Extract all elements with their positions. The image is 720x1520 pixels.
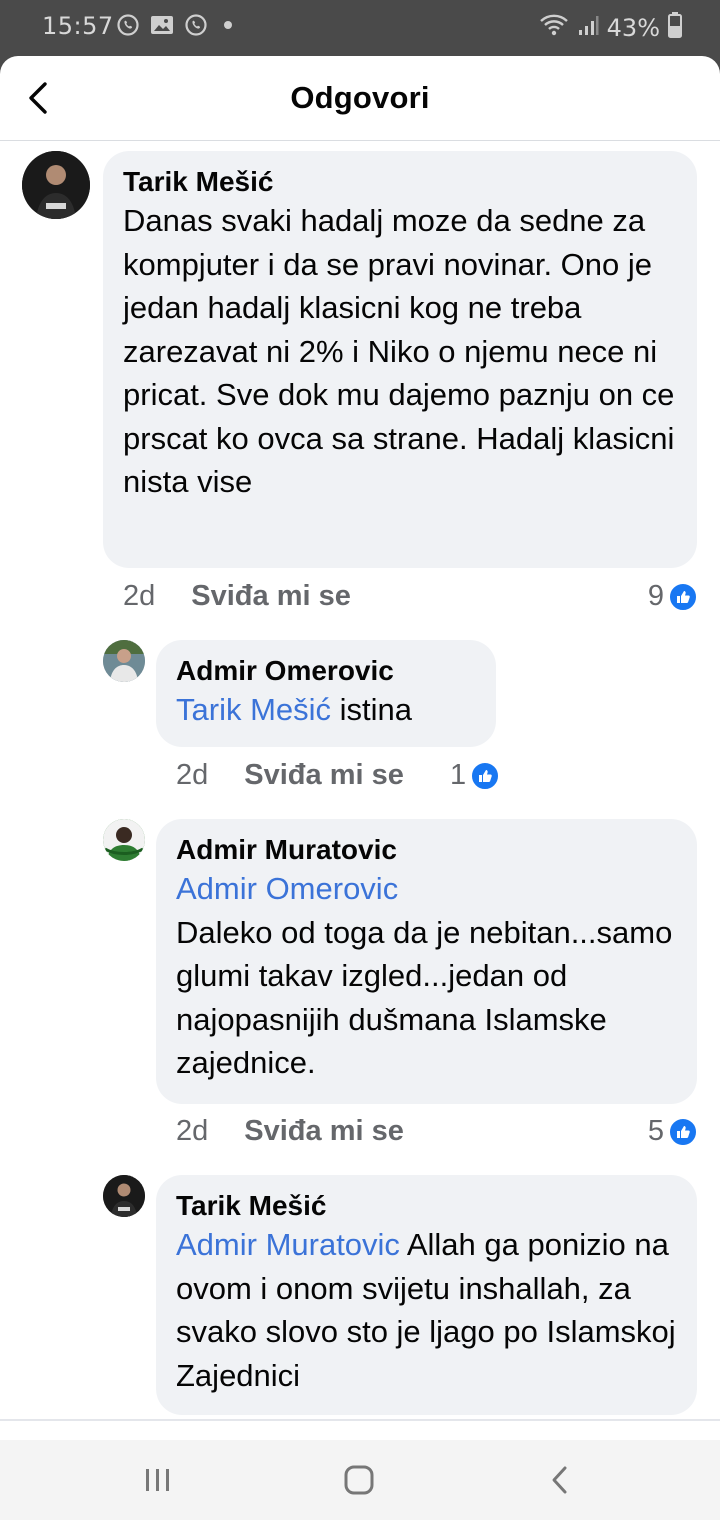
page-title: Odgovori <box>290 80 430 115</box>
battery-percent: 43% <box>606 14 660 42</box>
home-button[interactable] <box>339 1460 379 1500</box>
comment-body: Daleko od toga da je nebitan...samo glum… <box>176 914 673 1081</box>
comment-body: istina <box>331 692 412 727</box>
replies-sheet: Odgovori Tarik Mešić Danas svaki hadalj … <box>0 56 720 1440</box>
system-icons: 43% <box>539 12 682 44</box>
comment-time[interactable]: 2d <box>176 759 208 792</box>
comment-actions: 2d Sviđa mi se <box>176 1115 404 1148</box>
more-notifications-dot <box>224 21 232 29</box>
comment-bubble[interactable]: Tarik Mešić Danas svaki hadalj moze da s… <box>103 151 697 568</box>
gallery-icon <box>150 13 174 37</box>
divider <box>0 1419 720 1421</box>
like-button[interactable]: Sviđa mi se <box>244 1115 404 1148</box>
comment-bubble[interactable]: Admir Muratovic Admir Omerovic Daleko od … <box>156 819 697 1104</box>
recents-icon <box>146 1469 169 1491</box>
comment-text: Tarik Mešić istina <box>176 688 476 732</box>
mention-link[interactable]: Admir Muratovic <box>176 1227 400 1262</box>
notification-icons <box>116 13 232 37</box>
battery-icon <box>668 12 682 44</box>
mention-link[interactable]: Admir Omerovic <box>176 867 677 911</box>
comment-text: Danas svaki hadalj moze da sedne za komp… <box>123 203 675 499</box>
whatsapp-icon <box>184 13 208 37</box>
avatar[interactable] <box>22 151 90 219</box>
reaction-number: 1 <box>450 759 467 791</box>
comment-time[interactable]: 2d <box>123 580 155 613</box>
comment-author[interactable]: Tarik Mešić <box>176 1189 677 1223</box>
comment-author[interactable]: Tarik Mešić <box>123 165 677 199</box>
status-time: 15:57 <box>42 12 114 40</box>
nav-back-icon <box>552 1466 567 1494</box>
avatar[interactable] <box>103 640 145 682</box>
reaction-number: 9 <box>647 580 664 612</box>
comment-text: Admir Omerovic Daleko od toga da je nebit… <box>176 867 677 1085</box>
recents-button[interactable] <box>138 1460 178 1500</box>
like-button[interactable]: Sviđa mi se <box>244 759 404 792</box>
comment-bubble[interactable]: Tarik Mešić Admir Muratovic Allah ga pon… <box>156 1175 697 1415</box>
mention-link[interactable]: Tarik Mešić <box>176 692 331 727</box>
reaction-count[interactable]: 1 <box>450 759 501 792</box>
reaction-number: 5 <box>647 1115 664 1147</box>
reaction-count[interactable]: 5 <box>648 1115 698 1148</box>
comment-actions: 2d Sviđa mi se <box>176 759 404 792</box>
signal-icon <box>577 13 599 43</box>
like-icon <box>470 760 501 791</box>
like-button[interactable]: Sviđa mi se <box>191 580 351 613</box>
system-nav-bar <box>0 1440 720 1520</box>
comment-actions: 2d Sviđa mi se <box>123 580 351 613</box>
wifi-icon <box>539 13 569 43</box>
reaction-count[interactable]: 9 <box>648 580 698 613</box>
avatar[interactable] <box>103 819 145 861</box>
comment-text: Admir Muratovic Allah ga ponizio na ovom… <box>176 1223 677 1397</box>
comment-time[interactable]: 2d <box>176 1115 208 1148</box>
avatar[interactable] <box>103 1175 145 1217</box>
like-icon <box>668 581 698 612</box>
nav-back-button[interactable] <box>540 1460 580 1500</box>
like-icon <box>668 1116 698 1147</box>
comment-author[interactable]: Admir Muratovic <box>176 833 677 867</box>
header: Odgovori <box>0 56 720 141</box>
status-bar: 15:57 43% <box>0 0 720 56</box>
whatsapp-icon <box>116 13 140 37</box>
home-icon <box>344 1465 374 1495</box>
comment-author[interactable]: Admir Omerovic <box>176 654 476 688</box>
comment-bubble[interactable]: Admir Omerovic Tarik Mešić istina <box>156 640 496 747</box>
